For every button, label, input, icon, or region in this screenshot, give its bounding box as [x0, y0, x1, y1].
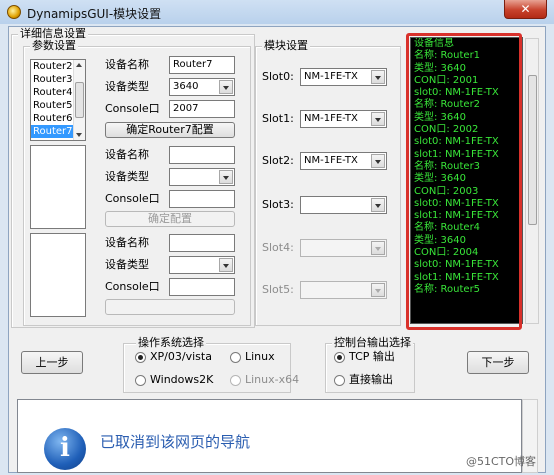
os-option-label[interactable]: Windows2K — [150, 372, 213, 388]
close-button[interactable]: ✕ — [504, 0, 547, 19]
app-window: DynamipsGUI-模块设置 ✕ 详细信息设置 参数设置 Router2 Ro… — [0, 0, 554, 475]
router-list-scrollbar[interactable] — [73, 60, 85, 140]
device2-name-field[interactable] — [169, 146, 235, 164]
slot2-value: NM-1FE-TX — [304, 155, 358, 166]
slot0-value: NM-1FE-TX — [304, 71, 358, 82]
os-radio-2[interactable] — [135, 375, 146, 386]
dropdown-arrow-icon[interactable] — [371, 283, 385, 297]
device2-console-field[interactable] — [169, 190, 235, 208]
info-icon: i — [44, 428, 86, 470]
device3-type-select[interactable] — [169, 256, 235, 274]
dropdown-arrow-icon[interactable] — [371, 154, 385, 168]
slot3-select[interactable] — [300, 196, 387, 214]
os-radio-3[interactable] — [230, 375, 241, 386]
device-info-scrollbar[interactable] — [525, 38, 539, 324]
console-option-label[interactable]: 直接输出 — [349, 372, 393, 388]
device1-console-field[interactable]: 2007 — [169, 100, 235, 118]
window-title: DynamipsGUI-模块设置 — [27, 7, 162, 21]
prev-button[interactable]: 上一步 — [21, 351, 83, 374]
slot1-value: NM-1FE-TX — [304, 113, 358, 124]
device3-name-field[interactable] — [169, 234, 235, 252]
confirm-router7-button[interactable]: 确定Router7配置 — [105, 122, 235, 138]
os-radio-1[interactable] — [230, 352, 241, 363]
module-settings-label: 模块设置 — [262, 39, 310, 53]
console-radio-1[interactable] — [334, 375, 345, 386]
console-output-label: 控制台输出选择 — [332, 336, 413, 350]
device1-type-value: 3640 — [173, 81, 199, 92]
app-icon — [7, 5, 21, 19]
slot3-label: Slot3: — [262, 198, 294, 211]
slot2-label: Slot2: — [262, 154, 294, 167]
scroll-down-icon[interactable] — [76, 133, 82, 137]
slot2-select[interactable]: NM-1FE-TX — [300, 152, 387, 170]
device2-type-select[interactable] — [169, 168, 235, 186]
console-option-label[interactable]: TCP 输出 — [349, 349, 395, 365]
slot4-select[interactable] — [300, 239, 387, 257]
device3-console-label: Console口 — [105, 280, 160, 293]
device2-console-label: Console口 — [105, 192, 160, 205]
os-option-label[interactable]: XP/03/vista — [150, 349, 212, 365]
os-option-label[interactable]: Linux-x64 — [245, 372, 299, 388]
slot0-select[interactable]: NM-1FE-TX — [300, 68, 387, 86]
scroll-up-icon[interactable] — [76, 63, 82, 67]
confirm-device2-button[interactable]: 确定配置 — [105, 211, 235, 227]
next-button[interactable]: 下一步 — [467, 351, 529, 374]
os-radio-0[interactable] — [135, 352, 146, 363]
dropdown-arrow-icon[interactable] — [219, 258, 233, 272]
device3-type-label: 设备类型 — [105, 258, 149, 271]
device1-type-label: 设备类型 — [105, 80, 149, 93]
navigation-canceled-text: 已取消到该网页的导航 — [100, 433, 251, 451]
console-radio-0[interactable] — [334, 352, 345, 363]
dropdown-arrow-icon[interactable] — [371, 198, 385, 212]
slot5-select[interactable] — [300, 281, 387, 299]
device3-name-label: 设备名称 — [105, 236, 149, 249]
title-bar: DynamipsGUI-模块设置 ✕ — [0, 0, 554, 24]
confirm-device3-button[interactable] — [105, 299, 235, 315]
navigation-message-pane: i 已取消到该网页的导航 — [17, 399, 522, 473]
watermark: @51CTO博客 — [466, 455, 537, 468]
dropdown-arrow-icon[interactable] — [371, 241, 385, 255]
slot0-label: Slot0: — [262, 70, 294, 83]
device2-name-label: 设备名称 — [105, 148, 149, 161]
slot4-label: Slot4: — [262, 241, 294, 254]
os-option-label[interactable]: Linux — [245, 349, 275, 365]
dropdown-arrow-icon[interactable] — [371, 70, 385, 84]
device3-console-field[interactable] — [169, 278, 235, 296]
dialog-client: 详细信息设置 参数设置 Router2 Router3 Router4 Router5… — [8, 26, 546, 473]
scroll-thumb[interactable] — [75, 82, 84, 118]
param-settings-label: 参数设置 — [30, 39, 78, 53]
dropdown-arrow-icon[interactable] — [219, 80, 233, 94]
slot1-select[interactable]: NM-1FE-TX — [300, 110, 387, 128]
device-info-scroll-thumb[interactable] — [528, 75, 537, 225]
os-select-label: 操作系统选择 — [136, 336, 206, 350]
device2-list[interactable] — [30, 145, 86, 229]
router-list[interactable]: Router2 Router3 Router4 Router5 Router6 Route… — [30, 59, 86, 141]
device1-name-label: 设备名称 — [105, 58, 149, 71]
dropdown-arrow-icon[interactable] — [371, 112, 385, 126]
device3-list[interactable] — [30, 233, 86, 317]
slot5-label: Slot5: — [262, 283, 294, 296]
device1-type-select[interactable]: 3640 — [169, 78, 235, 96]
slot1-label: Slot1: — [262, 112, 294, 125]
dropdown-arrow-icon[interactable] — [219, 170, 233, 184]
device1-console-label: Console口 — [105, 102, 160, 115]
highlight-frame — [406, 33, 522, 330]
device1-name-field[interactable]: Router7 — [169, 56, 235, 74]
device2-type-label: 设备类型 — [105, 170, 149, 183]
